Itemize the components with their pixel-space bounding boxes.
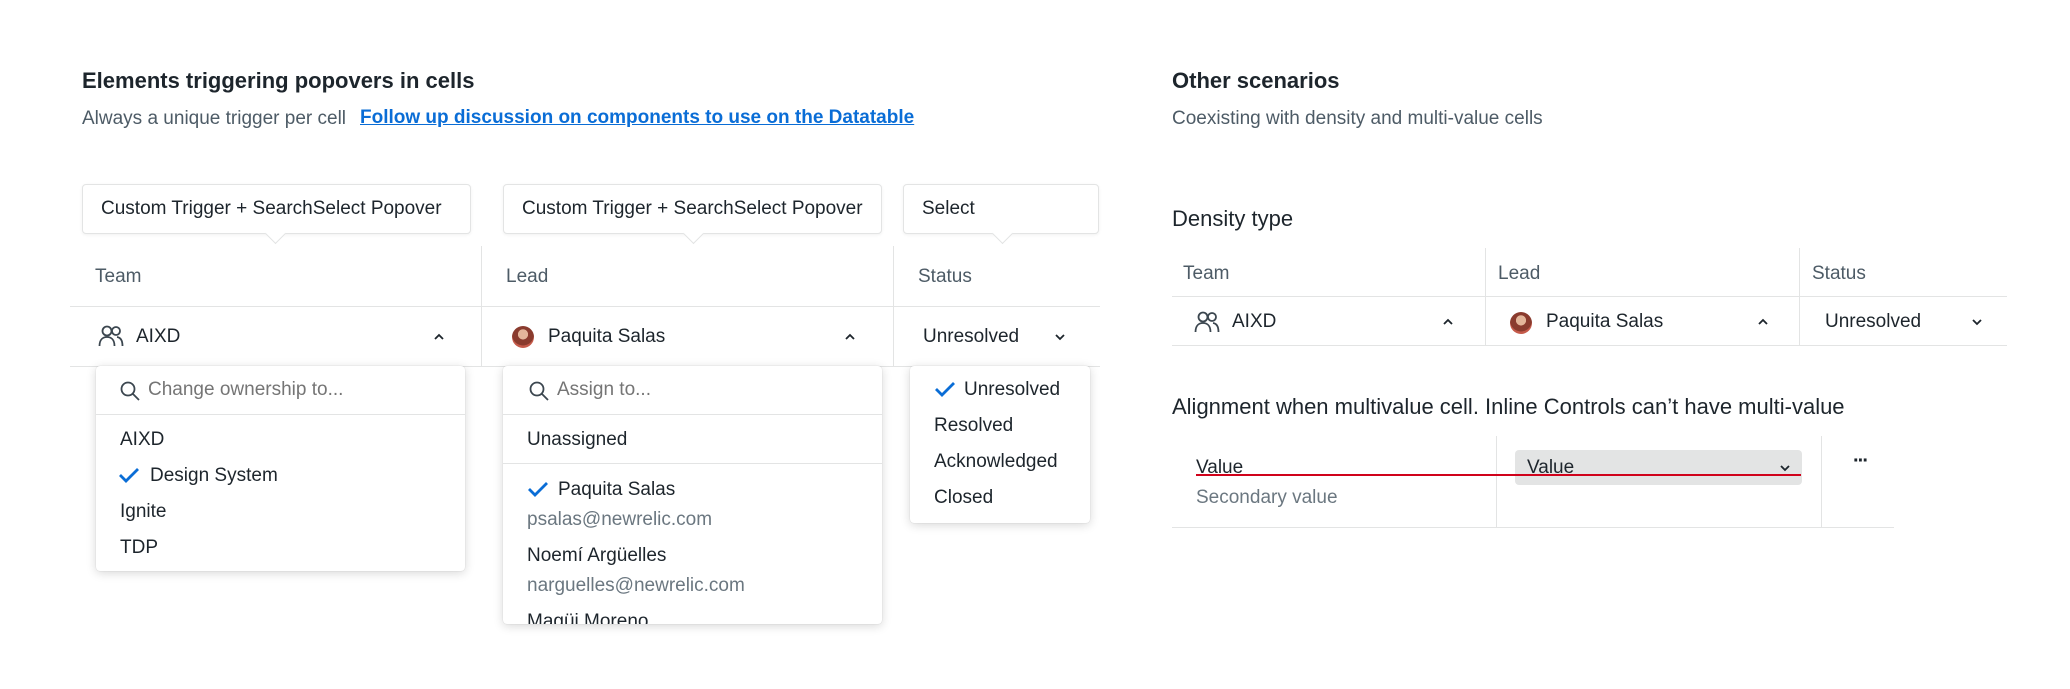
checkmark-icon — [119, 468, 139, 483]
header-divider — [70, 306, 1100, 307]
status-cell-value: Unresolved — [1825, 311, 1922, 332]
unassigned-option[interactable]: Unassigned — [527, 429, 627, 451]
tooltip-team-label: Custom Trigger + SearchSelect Popover — [101, 198, 442, 219]
left-section-subtitle: Always a unique trigger per cell — [82, 108, 347, 129]
person-name[interactable]: Noemí Argüelles — [527, 545, 666, 567]
users-icon — [98, 325, 124, 347]
chevron-up-icon — [845, 333, 855, 340]
col-divider — [1821, 436, 1822, 528]
team-search-input[interactable] — [148, 376, 448, 404]
avatar — [1510, 312, 1532, 334]
status-cell-value: Unresolved — [923, 326, 1020, 347]
chevron-up-icon — [1758, 318, 1768, 325]
column-header-lead[interactable]: Lead — [1498, 263, 1540, 285]
chevron-down-icon — [1972, 319, 1982, 326]
chevron-down-icon — [1055, 334, 1065, 341]
density-type-title: Density type — [1172, 206, 1294, 231]
lead-searchselect-popover: Unassigned Paquita Salas psalas@newrelic… — [503, 366, 882, 624]
avatar — [512, 326, 534, 348]
column-header-status[interactable]: Status — [1812, 263, 1866, 285]
list-item[interactable]: AIXD — [120, 429, 164, 451]
column-header-team[interactable]: Team — [95, 266, 141, 288]
status-cell-trigger[interactable]: Unresolved — [923, 318, 1073, 356]
checkmark-icon — [935, 382, 955, 397]
status-option[interactable]: Acknowledged — [934, 451, 1058, 473]
search-divider — [96, 414, 465, 415]
list-item[interactable]: Ignite — [120, 501, 166, 523]
search-icon — [529, 381, 549, 401]
list-item[interactable]: TDP — [120, 537, 158, 559]
datatable-discussion-link[interactable]: Follow up discussion on components to us… — [360, 107, 914, 129]
team-searchselect-popover: AIXD Design System Ignite TDP — [96, 366, 465, 571]
row-divider — [1172, 527, 1894, 528]
status-option[interactable]: Closed — [934, 487, 993, 509]
team-cell-value: AIXD — [1232, 311, 1277, 332]
search-icon — [120, 381, 140, 401]
status-option[interactable]: Resolved — [934, 415, 1013, 437]
team-cell-value: AIXD — [136, 326, 181, 347]
column-header-lead[interactable]: Lead — [506, 266, 548, 288]
team-cell-trigger[interactable]: AIXD — [96, 318, 456, 356]
person-name[interactable]: Magüi Moreno — [527, 611, 648, 624]
row-divider — [1172, 345, 2007, 346]
header-divider — [1172, 296, 2007, 297]
status-select-popover: Unresolved Resolved Acknowledged Closed — [910, 366, 1090, 523]
lead-cell-trigger[interactable]: Paquita Salas — [512, 318, 872, 356]
person-email: psalas@newrelic.com — [527, 509, 713, 530]
alignment-title: Alignment when multivalue cell. Inline C… — [1172, 394, 1845, 419]
search-divider — [503, 414, 882, 415]
tooltip-lead-label: Custom Trigger + SearchSelect Popover — [522, 198, 863, 219]
users-icon — [1194, 311, 1220, 333]
col-divider — [1496, 436, 1497, 528]
baseline-guide-line — [1196, 474, 1801, 476]
column-header-team[interactable]: Team — [1183, 263, 1229, 285]
lead-cell-value: Paquita Salas — [548, 326, 666, 347]
list-item-selected[interactable]: Design System — [150, 465, 278, 487]
lead-cell-value: Paquita Salas — [1546, 311, 1664, 332]
right-section-title: Other scenarios — [1172, 68, 1340, 93]
chevron-down-icon — [1780, 465, 1790, 472]
more-actions-button[interactable]: ··· — [1845, 450, 1875, 473]
lead-search-input[interactable] — [557, 376, 857, 404]
chevron-up-icon — [434, 333, 444, 340]
person-name-selected[interactable]: Paquita Salas — [558, 479, 675, 501]
status-cell-trigger[interactable]: Unresolved — [1825, 305, 1990, 339]
team-cell-trigger[interactable]: AIXD — [1194, 305, 1464, 339]
left-section-title: Elements triggering popovers in cells — [82, 68, 475, 93]
lead-cell-trigger[interactable]: Paquita Salas — [1510, 305, 1780, 339]
status-option-selected[interactable]: Unresolved — [964, 379, 1060, 401]
tooltip-status-label: Select — [922, 198, 975, 219]
column-header-status[interactable]: Status — [918, 266, 972, 288]
person-email: narguelles@newrelic.com — [527, 575, 745, 596]
inline-select-control[interactable]: Value — [1515, 450, 1802, 485]
right-section-subtitle: Coexisting with density and multi-value … — [1172, 108, 1543, 129]
options-divider — [503, 463, 882, 464]
checkmark-icon — [528, 482, 548, 497]
multivalue-secondary: Secondary value — [1196, 487, 1338, 508]
chevron-up-icon — [1443, 318, 1453, 325]
